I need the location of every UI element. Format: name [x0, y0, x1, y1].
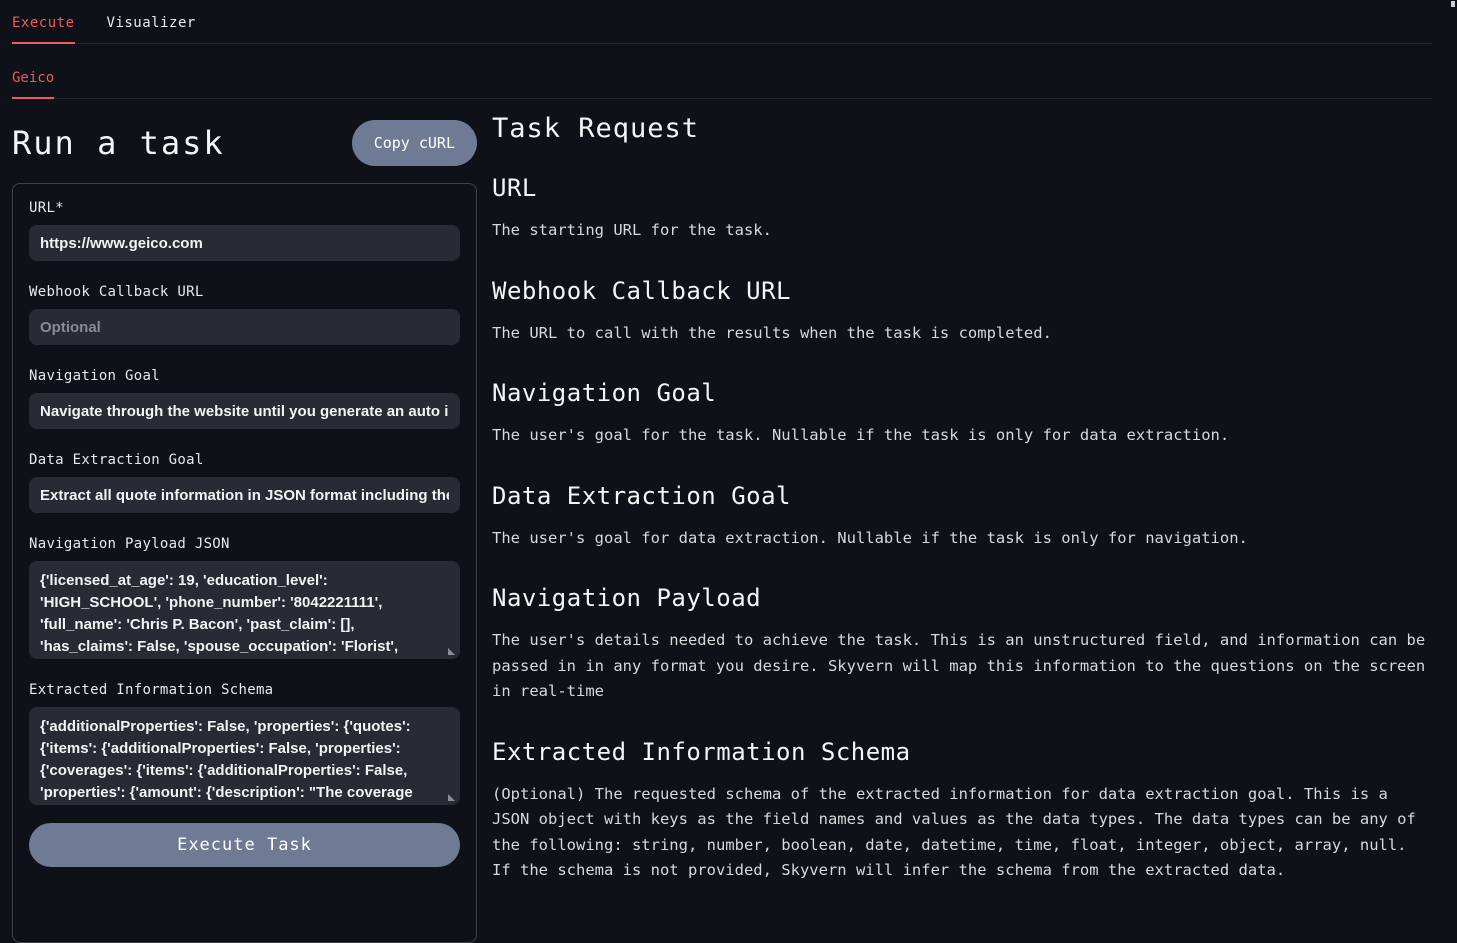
doc-heading-url: URL: [492, 174, 1432, 202]
docs-title: Task Request: [492, 113, 1432, 144]
url-label: URL*: [29, 200, 460, 216]
page-title: Run a task: [12, 124, 225, 162]
webhook-label: Webhook Callback URL: [29, 284, 460, 300]
data-extraction-goal-label: Data Extraction Goal: [29, 452, 460, 468]
navigation-goal-label: Navigation Goal: [29, 368, 460, 384]
navigation-payload-textarea[interactable]: {'licensed_at_age': 19, 'education_level…: [29, 561, 460, 659]
doc-heading-extracted-schema: Extracted Information Schema: [492, 738, 1432, 766]
doc-body-navigation-payload: The user's details needed to achieve the…: [492, 628, 1430, 705]
navigation-payload-label: Navigation Payload JSON: [29, 536, 460, 552]
doc-heading-data-extraction-goal: Data Extraction Goal: [492, 482, 1432, 510]
execute-task-button[interactable]: Execute Task: [29, 823, 460, 867]
doc-body-webhook: The URL to call with the results when th…: [492, 321, 1430, 347]
scrollbar-thumb[interactable]: [1451, 1, 1455, 7]
doc-heading-navigation-goal: Navigation Goal: [492, 379, 1432, 407]
main-tab-bar: Execute Visualizer: [12, 0, 1432, 44]
resize-handle-icon[interactable]: [448, 794, 455, 801]
copy-curl-button[interactable]: Copy cURL: [352, 120, 477, 166]
tab-execute[interactable]: Execute: [12, 0, 75, 44]
extracted-schema-textarea[interactable]: {'additionalProperties': False, 'propert…: [29, 707, 460, 805]
main-content: Run a task Copy cURL URL* Webhook Callba…: [0, 99, 1457, 943]
navigation-payload-wrap: {'licensed_at_age': 19, 'education_level…: [29, 561, 460, 659]
doc-heading-webhook: Webhook Callback URL: [492, 277, 1432, 305]
data-extraction-goal-input[interactable]: [29, 477, 460, 513]
doc-body-data-extraction-goal: The user's goal for data extraction. Nul…: [492, 526, 1430, 552]
extracted-schema-label: Extracted Information Schema: [29, 682, 460, 698]
task-form-panel: Run a task Copy cURL URL* Webhook Callba…: [12, 99, 477, 943]
sub-tab-bar: Geico: [12, 44, 1432, 99]
task-request-docs: Task Request URL The starting URL for th…: [492, 99, 1432, 884]
webhook-input[interactable]: [29, 309, 460, 345]
extracted-schema-wrap: {'additionalProperties': False, 'propert…: [29, 707, 460, 805]
subtab-geico[interactable]: Geico: [12, 44, 54, 99]
doc-heading-navigation-payload: Navigation Payload: [492, 584, 1432, 612]
doc-body-extracted-schema: (Optional) The requested schema of the e…: [492, 782, 1430, 884]
doc-body-navigation-goal: The user's goal for the task. Nullable i…: [492, 423, 1430, 449]
url-input[interactable]: [29, 225, 460, 261]
navigation-goal-input[interactable]: [29, 393, 460, 429]
resize-handle-icon[interactable]: [448, 648, 455, 655]
tab-visualizer[interactable]: Visualizer: [107, 0, 196, 43]
doc-body-url: The starting URL for the task.: [492, 218, 1430, 244]
form-header: Run a task Copy cURL: [12, 117, 477, 169]
task-form-card: URL* Webhook Callback URL Navigation Goa…: [12, 183, 477, 943]
